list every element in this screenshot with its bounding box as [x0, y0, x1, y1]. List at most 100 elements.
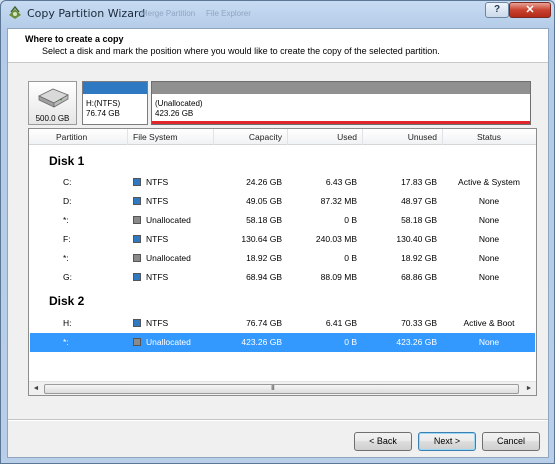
cell-file-system: Unallocated	[146, 253, 191, 263]
partition-label: (Unallocated)	[155, 99, 203, 108]
selected-marker	[152, 121, 530, 124]
cell-file-system: Unallocated	[146, 215, 191, 225]
filesystem-color-icon	[133, 254, 141, 262]
column-separator	[442, 129, 443, 145]
filesystem-color-icon	[133, 235, 141, 243]
filesystem-color-icon	[133, 216, 141, 224]
table-row[interactable]: G: NTFS 68.94 GB 88.09 MB 68.86 GB None	[30, 268, 535, 287]
window-title: Copy Partition Wizard	[27, 7, 146, 20]
button-divider	[8, 419, 548, 420]
disk-2-map-header[interactable]: 500.0 GB	[28, 81, 77, 125]
cell-status: None	[478, 215, 500, 225]
disk-map: 500.0 GB H:(NTFS) 76.74 GB (Unallocated)…	[28, 78, 531, 126]
next-button[interactable]: Next >	[418, 432, 476, 451]
scroll-left-arrow-icon[interactable]: ◄	[30, 383, 42, 395]
cell-capacity: 49.05 GB	[246, 196, 282, 206]
cell-status: Active & Boot	[463, 318, 515, 328]
background-window-text: Merge Partition	[141, 9, 196, 18]
column-separator	[127, 129, 128, 145]
partition-size: 423.26 GB	[155, 109, 194, 118]
filesystem-color-icon	[133, 197, 141, 205]
column-separator	[362, 129, 363, 145]
table-row[interactable]: *: Unallocated 58.18 GB 0 B 58.18 GB None	[30, 211, 535, 230]
partition-block-unallocated[interactable]: (Unallocated) 423.26 GB	[151, 81, 531, 125]
cell-partition: *:	[63, 337, 69, 347]
column-capacity[interactable]: Capacity	[219, 132, 282, 142]
cell-file-system: NTFS	[146, 177, 169, 187]
disk-size: 500.0 GB	[35, 114, 70, 123]
close-button[interactable]: ✕	[509, 2, 551, 18]
cell-unused: 70.33 GB	[401, 318, 437, 328]
table-row[interactable]: D: NTFS 49.05 GB 87.32 MB 48.97 GB None	[30, 192, 535, 211]
cell-capacity: 68.94 GB	[246, 272, 282, 282]
filesystem-color-icon	[133, 273, 141, 281]
cell-capacity: 24.26 GB	[246, 177, 282, 187]
cell-partition: H:	[63, 318, 72, 328]
column-unused[interactable]: Unused	[368, 132, 437, 142]
help-button[interactable]: ?	[485, 2, 509, 18]
partition-usage-bar	[83, 82, 147, 94]
cell-partition: *:	[63, 215, 69, 225]
cell-partition: G:	[63, 272, 72, 282]
disk-group-title[interactable]: Disk 1	[49, 154, 84, 168]
table-row-selected[interactable]: *: Unallocated 423.26 GB 0 B 423.26 GB None	[30, 333, 535, 352]
cell-partition: F:	[63, 234, 71, 244]
partition-size: 76.74 GB	[86, 109, 120, 118]
cell-used: 87.32 MB	[320, 196, 357, 206]
background-window-text: File Explorer	[206, 9, 251, 18]
partition-usage-bar	[152, 82, 530, 94]
step-description: Select a disk and mark the position wher…	[42, 46, 440, 56]
table-row[interactable]: H: NTFS 76.74 GB 6.41 GB 70.33 GB Active & Bo…	[30, 314, 535, 333]
cell-partition: C:	[63, 177, 72, 187]
wizard-header: Where to create a copy Select a disk and…	[8, 29, 548, 63]
hard-disk-icon	[38, 88, 69, 108]
cell-capacity: 130.64 GB	[241, 234, 282, 244]
column-file-system[interactable]: File System	[133, 132, 177, 142]
step-title: Where to create a copy	[25, 34, 124, 44]
scroll-right-arrow-icon[interactable]: ►	[523, 383, 535, 395]
scrollbar-thumb[interactable]: III	[44, 384, 519, 394]
cell-used: 6.43 GB	[325, 177, 357, 187]
cell-used: 0 B	[344, 253, 357, 263]
cell-unused: 58.18 GB	[401, 215, 437, 225]
back-button[interactable]: < Back	[354, 432, 412, 451]
table-header: Partition File System Capacity Used Unus…	[29, 129, 536, 145]
column-separator	[287, 129, 288, 145]
column-separator	[213, 129, 214, 145]
cell-status: None	[478, 272, 500, 282]
table-row[interactable]: F: NTFS 130.64 GB 240.03 MB 130.40 GB None	[30, 230, 535, 249]
cell-status: None	[478, 337, 500, 347]
filesystem-color-icon	[133, 338, 141, 346]
cell-unused: 130.40 GB	[396, 234, 437, 244]
column-status[interactable]: Status	[448, 132, 530, 142]
cell-capacity: 58.18 GB	[246, 215, 282, 225]
cell-capacity: 18.92 GB	[246, 253, 282, 263]
disk-group-title[interactable]: Disk 2	[49, 294, 84, 308]
table-row[interactable]: C: NTFS 24.26 GB 6.43 GB 17.83 GB Active & Sy…	[30, 173, 535, 192]
cell-file-system: Unallocated	[146, 337, 191, 347]
cell-status: None	[478, 234, 500, 244]
table-row[interactable]: *: Unallocated 18.92 GB 0 B 18.92 GB None	[30, 249, 535, 268]
filesystem-color-icon	[133, 319, 141, 327]
cell-capacity: 76.74 GB	[246, 318, 282, 328]
column-used[interactable]: Used	[293, 132, 357, 142]
cell-file-system: NTFS	[146, 318, 169, 328]
partition-block-h[interactable]: H:(NTFS) 76.74 GB	[82, 81, 148, 125]
cell-file-system: NTFS	[146, 196, 169, 206]
column-partition[interactable]: Partition	[56, 132, 87, 142]
cell-unused: 18.92 GB	[401, 253, 437, 263]
cancel-button[interactable]: Cancel	[482, 432, 540, 451]
title-bar[interactable]: Copy Partition Wizard Merge Partition Fi…	[1, 1, 554, 27]
cell-used: 240.03 MB	[315, 234, 357, 244]
wizard-window: Copy Partition Wizard Merge Partition Fi…	[0, 0, 555, 464]
cell-status: None	[478, 196, 500, 206]
cell-capacity: 423.26 GB	[241, 337, 282, 347]
wizard-app-icon	[9, 6, 21, 19]
cell-status: None	[478, 253, 500, 263]
cell-unused: 48.97 GB	[401, 196, 437, 206]
cell-unused: 17.83 GB	[401, 177, 437, 187]
cell-unused: 68.86 GB	[401, 272, 437, 282]
cell-used: 88.09 MB	[320, 272, 357, 282]
horizontal-scrollbar[interactable]: ◄ III ►	[29, 381, 536, 395]
cell-used: 6.41 GB	[325, 318, 357, 328]
